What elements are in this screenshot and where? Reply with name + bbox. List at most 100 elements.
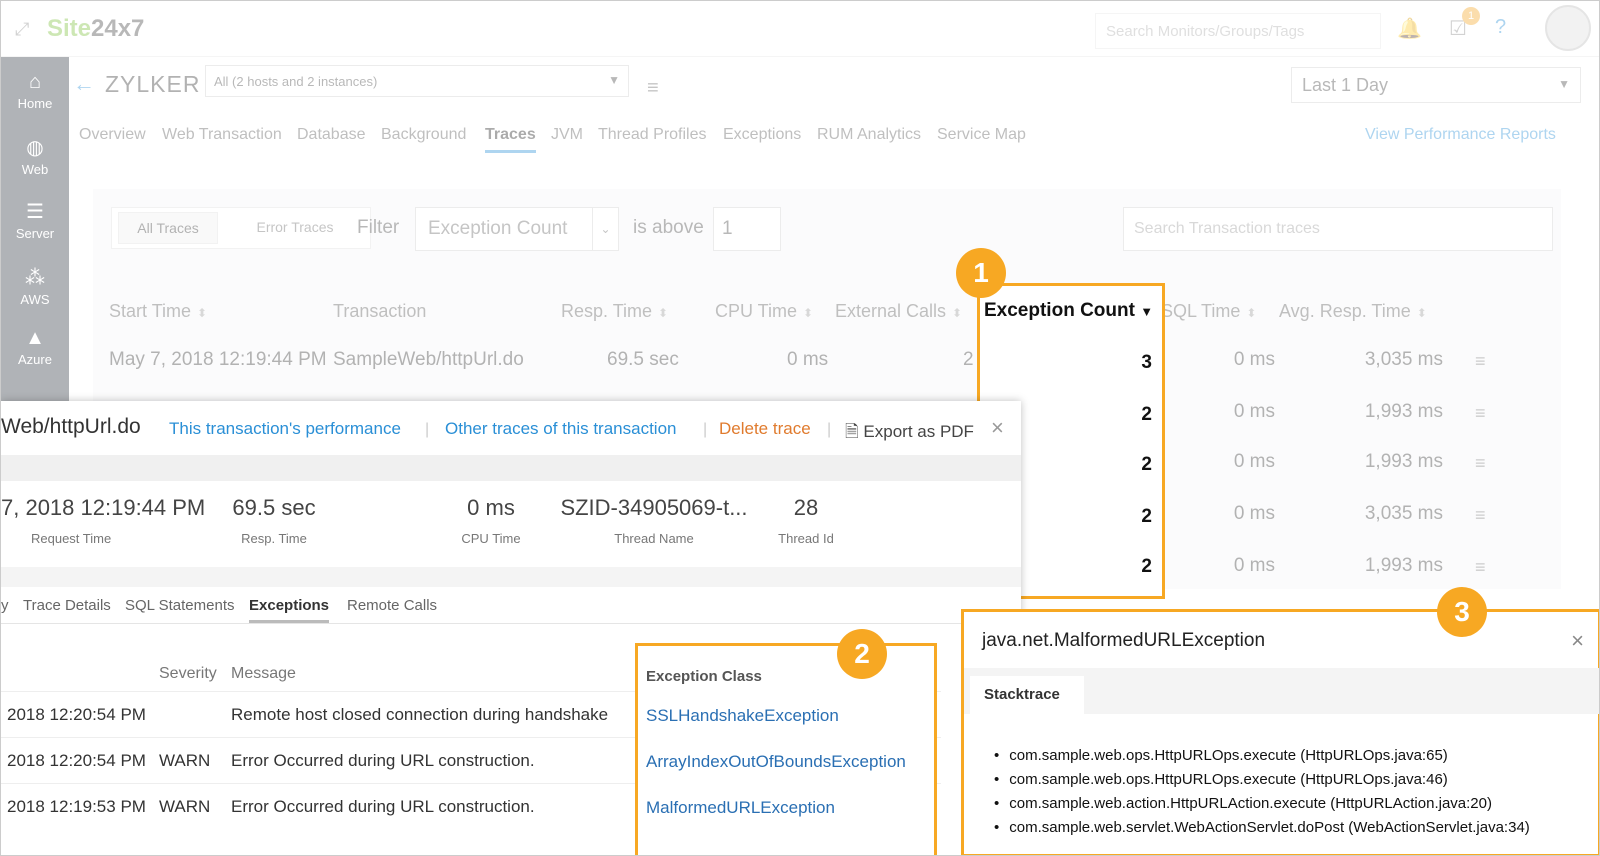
other-traces-link[interactable]: Other traces of this transaction bbox=[445, 419, 677, 439]
tab-database[interactable]: Database bbox=[297, 126, 366, 144]
top-bar: ⤢ Site24x7 Search Monitors/Groups/Tags 🔔… bbox=[1, 1, 1599, 57]
trace-title: Web/httpUrl.do bbox=[1, 415, 141, 438]
logo[interactable]: Site24x7 bbox=[47, 15, 144, 43]
stacktrace-line: com.sample.web.action.HttpURLAction.exec… bbox=[994, 792, 1530, 816]
exception-title: java.net.MalformedURLException bbox=[982, 630, 1266, 651]
menu-icon[interactable]: ≡ bbox=[647, 77, 659, 100]
tab-rum-analytics[interactable]: RUM Analytics bbox=[817, 126, 921, 144]
col-avg-resp-time[interactable]: Avg. Resp. Time ⬍ bbox=[1279, 301, 1427, 322]
row-menu-icon[interactable]: ≡ bbox=[1475, 351, 1486, 372]
tab-web-transaction[interactable]: Web Transaction bbox=[162, 126, 282, 144]
row-avg-resp: 3,035 ms bbox=[1364, 503, 1443, 524]
callout-badge-1: 1 bbox=[956, 248, 1006, 298]
exception-class-link[interactable]: SSLHandshakeException bbox=[646, 706, 839, 726]
exception-class-column-highlight: Exception Class SSLHandshakeException Ar… bbox=[635, 643, 937, 855]
operator-label: is above bbox=[633, 217, 704, 238]
col-resp-time[interactable]: Resp. Time ⬍ bbox=[561, 301, 668, 322]
sort-icon: ⬍ bbox=[658, 306, 669, 320]
chevron-down-icon: ⌄ bbox=[592, 208, 618, 250]
tab-jvm[interactable]: JVM bbox=[551, 126, 583, 144]
col-transaction[interactable]: Transaction bbox=[333, 301, 426, 322]
exception-count-value: 2 bbox=[1141, 556, 1152, 577]
transaction-performance-link[interactable]: This transaction's performance bbox=[169, 419, 401, 439]
trace-search-input[interactable]: Search Transaction traces bbox=[1123, 207, 1553, 251]
col-exception-count[interactable]: Exception Count ▼ bbox=[984, 300, 1153, 322]
col-severity: Severity bbox=[159, 665, 217, 682]
exception-count-value: 2 bbox=[1141, 454, 1152, 475]
stacktrace-popup: java.net.MalformedURLException × Stacktr… bbox=[961, 609, 1599, 855]
exception-time: 2018 12:19:53 PM bbox=[7, 797, 146, 816]
host-select[interactable]: All (2 hosts and 2 instances) ▼ bbox=[205, 65, 629, 97]
back-arrow-icon[interactable]: ← bbox=[73, 71, 95, 97]
filter-value-input[interactable]: 1 bbox=[713, 207, 781, 251]
row-menu-icon[interactable]: ≡ bbox=[1475, 453, 1486, 474]
sidebar-item-web[interactable]: ◍ Web bbox=[1, 135, 69, 177]
col-sql-time[interactable]: SQL Time ⬍ bbox=[1161, 301, 1256, 322]
row-menu-icon[interactable]: ≡ bbox=[1475, 557, 1486, 578]
tab-sql-statements[interactable]: SQL Statements bbox=[125, 597, 235, 614]
tab-exceptions[interactable]: Exceptions bbox=[723, 126, 801, 144]
metric-thread-id: 28 Thread Id bbox=[778, 495, 834, 546]
metric-cpu-time: 0 ms CPU Time bbox=[461, 495, 521, 546]
exception-time: 2018 12:20:54 PM bbox=[7, 751, 146, 770]
metric-thread-name: SZID-34905069-t... Thread Name bbox=[560, 495, 748, 546]
monitor-search-input[interactable]: Search Monitors/Groups/Tags bbox=[1095, 13, 1381, 49]
alarm-icon[interactable]: 🔔 bbox=[1397, 16, 1422, 41]
exception-class-link[interactable]: MalformedURLException bbox=[646, 798, 835, 818]
row-menu-icon[interactable]: ≡ bbox=[1475, 505, 1486, 526]
error-traces-button[interactable]: Error Traces bbox=[230, 212, 360, 244]
row-sql-time: 0 ms bbox=[1233, 503, 1275, 524]
tab-thread-profiles[interactable]: Thread Profiles bbox=[598, 126, 707, 144]
help-icon[interactable]: ? bbox=[1495, 16, 1506, 39]
exception-class-link[interactable]: ArrayIndexOutOfBoundsException bbox=[646, 752, 906, 772]
tab-stacktrace[interactable]: Stacktrace bbox=[970, 676, 1084, 714]
col-external-calls[interactable]: External Calls ⬍ bbox=[835, 301, 962, 322]
sidebar-item-aws[interactable]: ⁂ AWS bbox=[1, 265, 69, 307]
col-exception-class: Exception Class bbox=[646, 668, 762, 685]
exception-count-value: 3 bbox=[1141, 352, 1152, 373]
exception-severity: WARN bbox=[159, 751, 211, 770]
tab-background[interactable]: Background bbox=[381, 126, 466, 144]
tab-trace-details[interactable]: Trace Details bbox=[23, 597, 111, 614]
exception-count-value: 2 bbox=[1141, 506, 1152, 527]
azure-icon: ▲ bbox=[25, 327, 45, 349]
tab-remote-calls[interactable]: Remote Calls bbox=[347, 597, 437, 614]
tab-service-map[interactable]: Service Map bbox=[937, 126, 1026, 144]
page-title: ZYLKER bbox=[105, 71, 201, 97]
metric-resp-time: 69.5 sec Resp. Time bbox=[232, 495, 316, 546]
close-icon[interactable]: × bbox=[991, 415, 1004, 441]
filter-field-select[interactable]: Exception Count ⌄ bbox=[415, 207, 619, 251]
metric-request-time: 7, 2018 12:19:44 PM Request Time bbox=[1, 495, 206, 546]
tab-traces[interactable]: Traces bbox=[485, 126, 536, 153]
sort-desc-icon: ▼ bbox=[1140, 304, 1154, 319]
aws-icon: ⁂ bbox=[25, 267, 45, 289]
row-avg-resp: 1,993 ms bbox=[1364, 555, 1443, 576]
tab-summary[interactable]: y bbox=[1, 597, 9, 614]
row-menu-icon[interactable]: ≡ bbox=[1475, 403, 1486, 424]
row-resp-time: 69.5 sec bbox=[607, 349, 679, 370]
view-performance-reports-link[interactable]: View Performance Reports bbox=[1365, 126, 1556, 144]
tab-exceptions[interactable]: Exceptions bbox=[249, 597, 330, 623]
stacktrace-line: com.sample.web.ops.HttpURLOps.execute (H… bbox=[994, 744, 1530, 768]
col-cpu-time[interactable]: CPU Time ⬍ bbox=[715, 301, 813, 322]
tab-overview[interactable]: Overview bbox=[79, 126, 146, 144]
sidebar-item-home[interactable]: ⌂ Home bbox=[1, 71, 69, 111]
row-sql-time: 0 ms bbox=[1233, 401, 1275, 422]
callout-badge-2: 2 bbox=[837, 629, 887, 679]
col-start-time[interactable]: Start Time ⬍ bbox=[109, 301, 207, 322]
row-transaction[interactable]: SampleWeb/httpUrl.do bbox=[333, 349, 524, 371]
row-cpu-time: 0 ms bbox=[787, 349, 829, 370]
export-pdf-button[interactable]: 🗎 Export as PDF bbox=[845, 419, 974, 448]
time-range-select[interactable]: Last 1 Day ▼ bbox=[1291, 67, 1581, 103]
all-traces-button[interactable]: All Traces bbox=[118, 212, 218, 244]
close-icon[interactable]: × bbox=[1571, 628, 1584, 654]
delete-trace-link[interactable]: Delete trace bbox=[719, 419, 811, 439]
sidebar-item-server[interactable]: ☰ Server bbox=[1, 199, 69, 241]
stacktrace-tabbar: Stacktrace bbox=[964, 668, 1599, 714]
expand-icon[interactable]: ⤢ bbox=[15, 19, 29, 40]
trace-detail-panel: Web/httpUrl.do This transaction's perfor… bbox=[1, 401, 1021, 855]
sidebar-item-azure[interactable]: ▲ Azure bbox=[1, 327, 69, 367]
avatar[interactable] bbox=[1545, 5, 1591, 51]
sort-icon: ⬍ bbox=[952, 306, 963, 320]
row-avg-resp: 1,993 ms bbox=[1364, 451, 1443, 472]
